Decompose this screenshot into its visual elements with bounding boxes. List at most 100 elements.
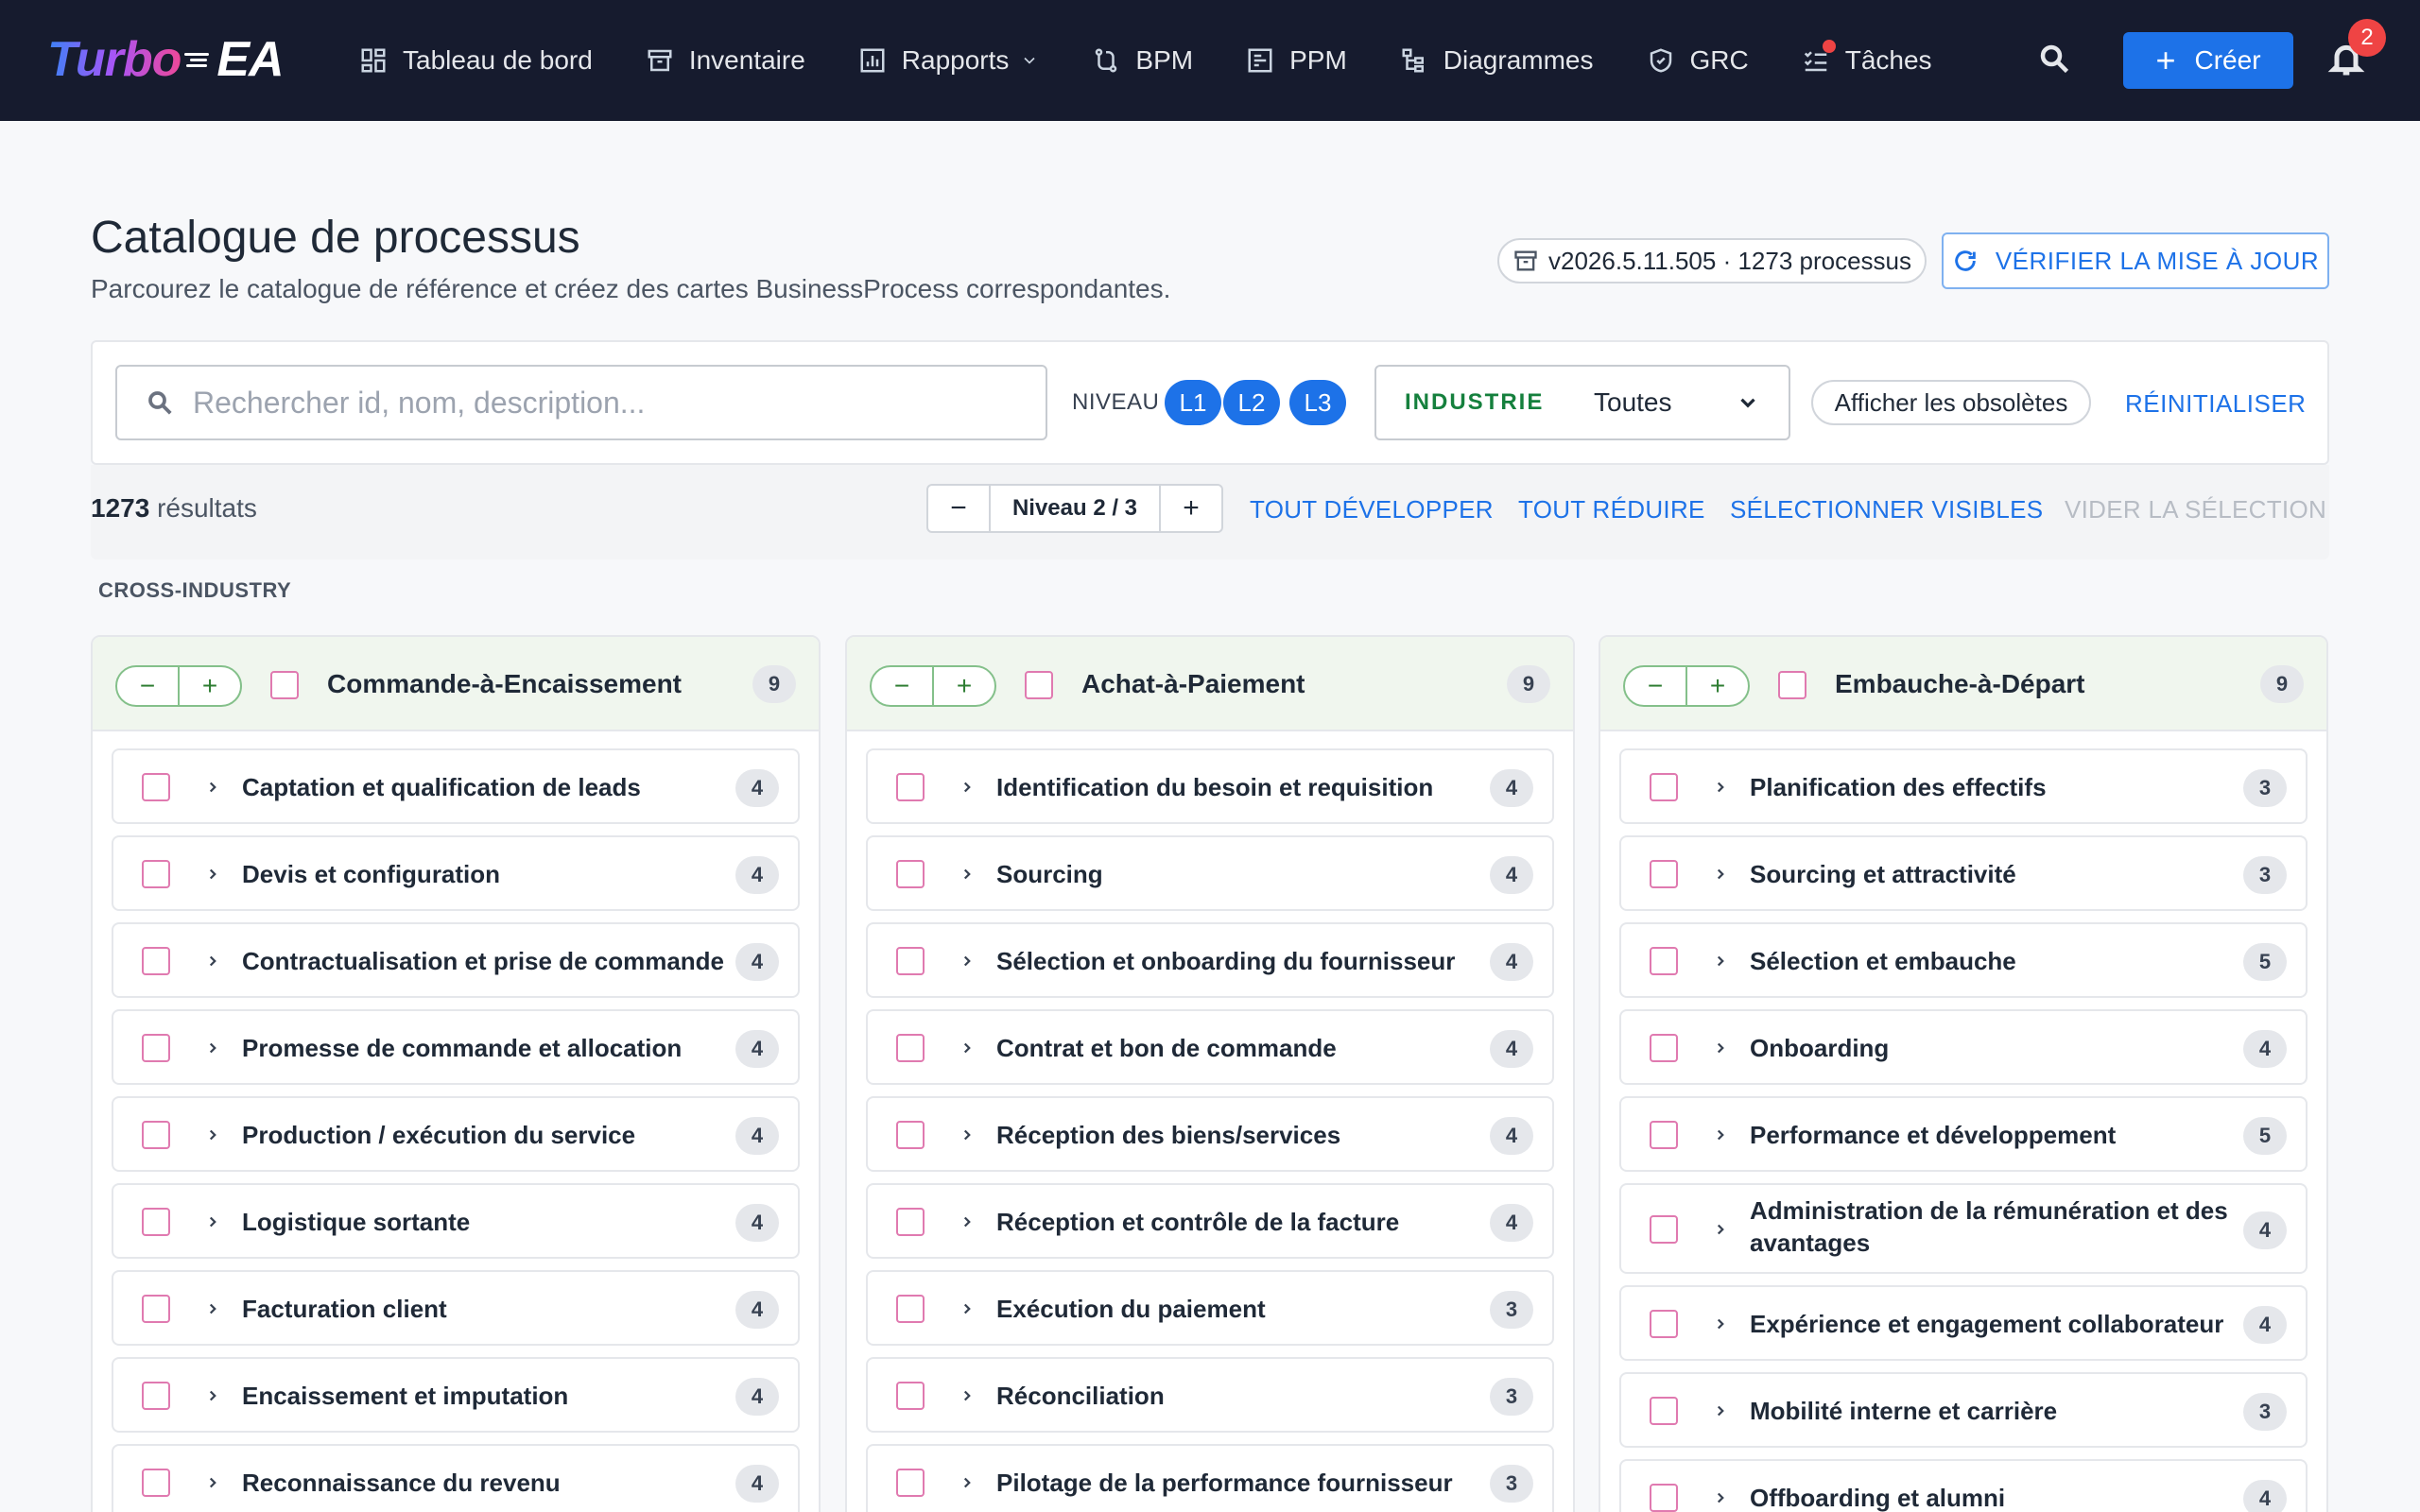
process-checkbox[interactable]	[896, 1121, 925, 1149]
level-decrease-button[interactable]: −	[928, 486, 989, 531]
chevron-right-icon[interactable]	[204, 1300, 221, 1317]
process-row[interactable]: Encaissement et imputation 4	[112, 1357, 800, 1433]
process-row[interactable]: Facturation client 4	[112, 1270, 800, 1346]
level-filter-l1[interactable]: L1	[1165, 380, 1221, 425]
chevron-right-icon[interactable]	[959, 1474, 976, 1491]
process-checkbox[interactable]	[896, 947, 925, 975]
chevron-right-icon[interactable]	[1712, 1402, 1729, 1419]
nav-item-ppm[interactable]: PPM	[1246, 45, 1347, 76]
expand-all-button[interactable]: TOUT DÉVELOPPER	[1250, 495, 1494, 524]
process-row[interactable]: Reconnaissance du revenu 4	[112, 1444, 800, 1512]
process-checkbox[interactable]	[896, 1295, 925, 1323]
process-checkbox[interactable]	[1650, 1397, 1678, 1425]
process-checkbox[interactable]	[142, 860, 170, 888]
chevron-right-icon[interactable]	[1712, 1221, 1729, 1238]
process-checkbox[interactable]	[1650, 1215, 1678, 1244]
process-checkbox[interactable]	[896, 773, 925, 801]
column-checkbox[interactable]	[1025, 671, 1053, 699]
select-visible-button[interactable]: SÉLECTIONNER VISIBLES	[1730, 495, 2043, 524]
column-collapse-button[interactable]: −	[117, 667, 178, 705]
turboea-logo[interactable]: Turbo EA	[47, 28, 285, 91]
chevron-right-icon[interactable]	[204, 953, 221, 970]
column-expand-button[interactable]: +	[178, 667, 240, 705]
process-checkbox[interactable]	[1650, 860, 1678, 888]
chevron-right-icon[interactable]	[959, 779, 976, 796]
process-checkbox[interactable]	[896, 1382, 925, 1410]
process-checkbox[interactable]	[1650, 1121, 1678, 1149]
process-checkbox[interactable]	[142, 1382, 170, 1410]
search-input[interactable]	[193, 385, 1006, 421]
process-row[interactable]: Exécution du paiement 3	[866, 1270, 1554, 1346]
nav-item-reports[interactable]: Rapports	[858, 45, 1040, 76]
chevron-right-icon[interactable]	[959, 953, 976, 970]
process-row[interactable]: Sélection et embauche 5	[1619, 922, 2308, 998]
chevron-right-icon[interactable]	[1712, 866, 1729, 883]
reset-filters-button[interactable]: RÉINITIALISER	[2125, 389, 2306, 419]
process-row[interactable]: Production / exécution du service 4	[112, 1096, 800, 1172]
process-checkbox[interactable]	[142, 947, 170, 975]
process-row[interactable]: Planification des effectifs 3	[1619, 748, 2308, 824]
column-checkbox[interactable]	[1778, 671, 1806, 699]
process-row[interactable]: Sourcing et attractivité 3	[1619, 835, 2308, 911]
process-row[interactable]: Réception et contrôle de la facture 4	[866, 1183, 1554, 1259]
process-checkbox[interactable]	[896, 1208, 925, 1236]
process-row[interactable]: Expérience et engagement collaborateur 4	[1619, 1285, 2308, 1361]
create-button[interactable]: + Créer	[2123, 32, 2293, 89]
nav-item-bpm[interactable]: BPM	[1092, 45, 1193, 76]
process-row[interactable]: Contractualisation et prise de commande 4	[112, 922, 800, 998]
process-checkbox[interactable]	[142, 1034, 170, 1062]
process-checkbox[interactable]	[1650, 947, 1678, 975]
process-row[interactable]: Identification du besoin et requisition 4	[866, 748, 1554, 824]
process-checkbox[interactable]	[1650, 1034, 1678, 1062]
industry-select[interactable]: INDUSTRIE Toutes	[1374, 365, 1790, 440]
process-checkbox[interactable]	[142, 1121, 170, 1149]
collapse-all-button[interactable]: TOUT RÉDUIRE	[1518, 495, 1705, 524]
chevron-right-icon[interactable]	[204, 1474, 221, 1491]
process-row[interactable]: Devis et configuration 4	[112, 835, 800, 911]
column-checkbox[interactable]	[270, 671, 299, 699]
nav-item-grc[interactable]: GRC	[1647, 45, 1749, 76]
nav-item-diagrams[interactable]: Diagrammes	[1400, 45, 1594, 76]
process-row[interactable]: Captation et qualification de leads 4	[112, 748, 800, 824]
process-row[interactable]: Promesse de commande et allocation 4	[112, 1009, 800, 1085]
level-increase-button[interactable]: +	[1161, 486, 1221, 531]
process-row[interactable]: Contrat et bon de commande 4	[866, 1009, 1554, 1085]
process-checkbox[interactable]	[1650, 773, 1678, 801]
level-filter-l3[interactable]: L3	[1289, 380, 1346, 425]
nav-item-dashboard[interactable]: Tableau de bord	[359, 45, 593, 76]
chevron-right-icon[interactable]	[204, 779, 221, 796]
process-checkbox[interactable]	[896, 1034, 925, 1062]
process-row[interactable]: Performance et développement 5	[1619, 1096, 2308, 1172]
chevron-right-icon[interactable]	[1712, 779, 1729, 796]
column-expand-button[interactable]: +	[1685, 667, 1748, 705]
process-row[interactable]: Réception des biens/services 4	[866, 1096, 1554, 1172]
chevron-right-icon[interactable]	[1712, 1489, 1729, 1506]
column-expand-button[interactable]: +	[932, 667, 994, 705]
chevron-right-icon[interactable]	[959, 1387, 976, 1404]
show-obsolete-toggle[interactable]: Afficher les obsolètes	[1811, 380, 2091, 425]
process-row[interactable]: Mobilité interne et carrière 3	[1619, 1372, 2308, 1448]
chevron-right-icon[interactable]	[204, 866, 221, 883]
process-checkbox[interactable]	[142, 1295, 170, 1323]
chevron-right-icon[interactable]	[204, 1213, 221, 1230]
nav-item-tasks[interactable]: Tâches	[1802, 40, 1932, 76]
chevron-right-icon[interactable]	[204, 1040, 221, 1057]
process-row[interactable]: Logistique sortante 4	[112, 1183, 800, 1259]
chevron-right-icon[interactable]	[1712, 1126, 1729, 1143]
chevron-right-icon[interactable]	[1712, 1040, 1729, 1057]
column-collapse-button[interactable]: −	[872, 667, 932, 705]
nav-item-inventory[interactable]: Inventaire	[646, 45, 805, 76]
check-update-button[interactable]: VÉRIFIER LA MISE À JOUR	[1942, 232, 2329, 289]
chevron-right-icon[interactable]	[1712, 953, 1729, 970]
process-row[interactable]: Offboarding et alumni 4	[1619, 1459, 2308, 1512]
process-checkbox[interactable]	[142, 1208, 170, 1236]
clear-selection-button[interactable]: VIDER LA SÉLECTION	[2065, 495, 2326, 524]
chevron-right-icon[interactable]	[204, 1387, 221, 1404]
chevron-right-icon[interactable]	[204, 1126, 221, 1143]
process-row[interactable]: Pilotage de la performance fournisseur 3	[866, 1444, 1554, 1512]
process-row[interactable]: Sélection et onboarding du fournisseur 4	[866, 922, 1554, 998]
process-checkbox[interactable]	[142, 1469, 170, 1497]
process-checkbox[interactable]	[896, 860, 925, 888]
process-checkbox[interactable]	[896, 1469, 925, 1497]
chevron-right-icon[interactable]	[959, 1040, 976, 1057]
